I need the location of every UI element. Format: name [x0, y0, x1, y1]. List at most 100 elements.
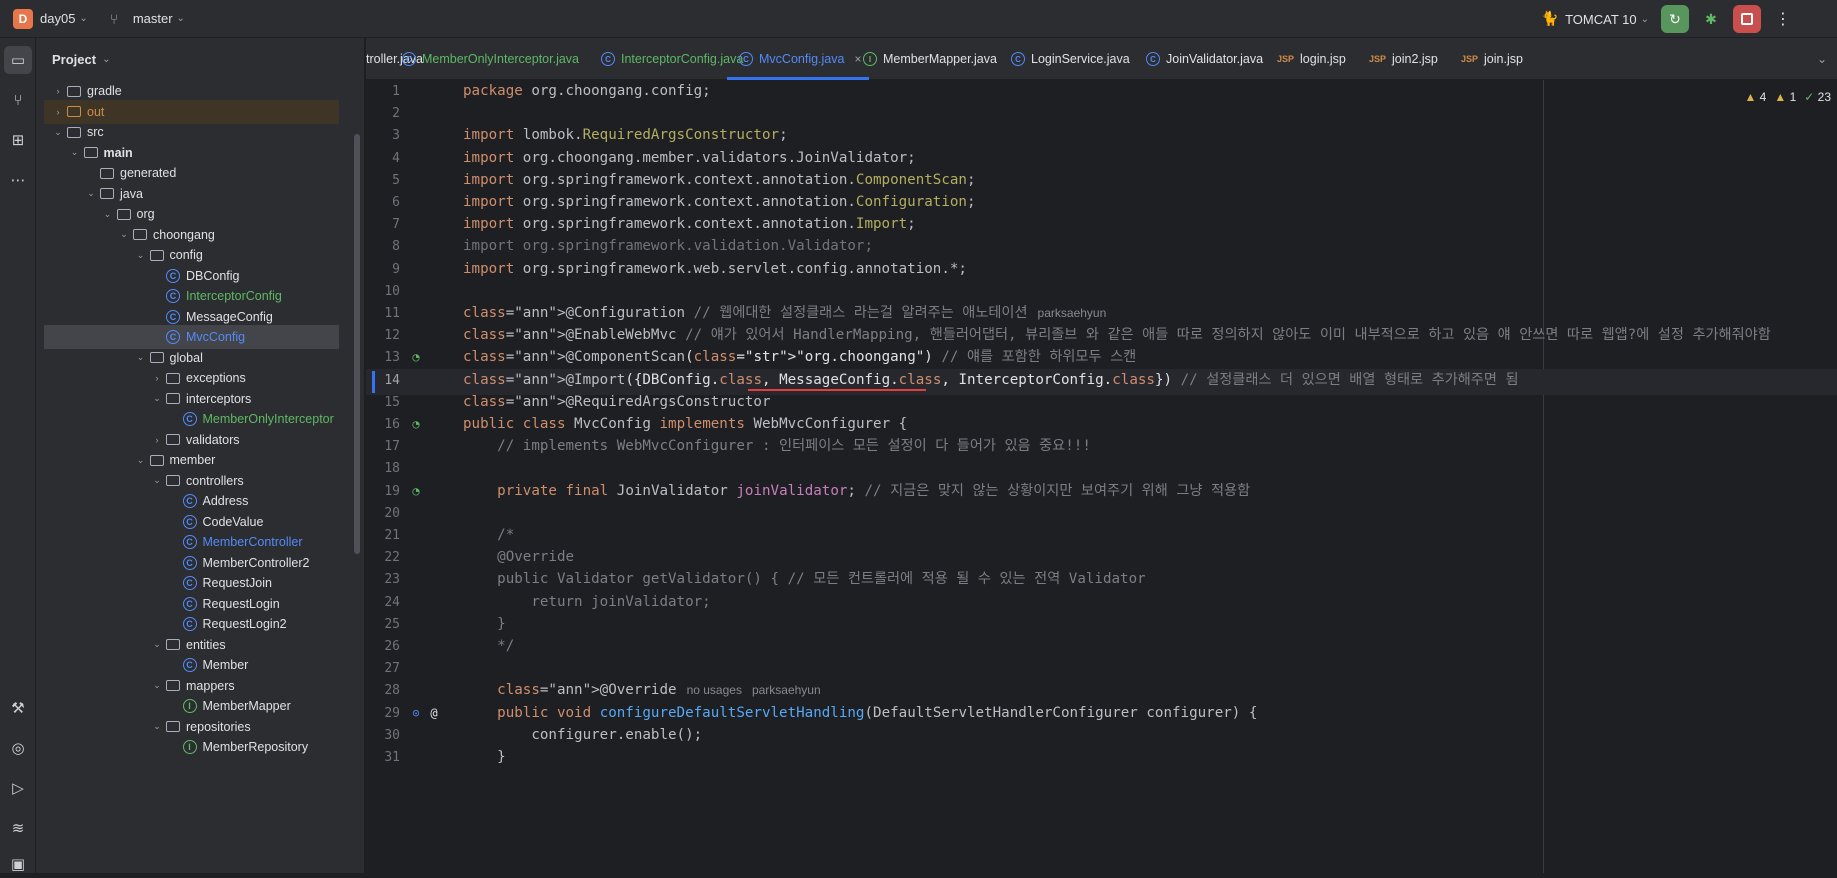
- tab-MemberOnlyInterceptor.java[interactable]: C MemberOnlyInterceptor.java: [402, 38, 579, 80]
- line-number[interactable]: 9: [366, 262, 400, 277]
- chevron-right-icon[interactable]: ›: [50, 107, 66, 117]
- line-number[interactable]: 22: [366, 550, 400, 565]
- code-line[interactable]: package org.choongang.config;: [463, 80, 711, 104]
- line-number[interactable]: 17: [366, 439, 400, 454]
- chevron-down-icon[interactable]: ⌄: [133, 352, 149, 363]
- services-tool-button[interactable]: ◎: [4, 734, 32, 762]
- code-editor[interactable]: ▲ 4 ▲ 1 ✓ 23 1 package org.choongang.conf…: [366, 80, 1837, 873]
- code-line[interactable]: }: [463, 744, 506, 770]
- chevron-down-icon[interactable]: ⌄: [149, 721, 165, 732]
- line-number[interactable]: 10: [366, 284, 400, 299]
- chevron-down-icon[interactable]: ⌄: [133, 455, 149, 466]
- code-line[interactable]: private final JoinValidator joinValidato…: [463, 478, 1250, 504]
- line-number[interactable]: 4: [366, 151, 400, 166]
- commit-tool-button[interactable]: ⑂: [4, 86, 32, 114]
- inlay-hint[interactable]: no usages parksaehyun: [687, 683, 821, 697]
- line-number[interactable]: 14: [366, 373, 400, 388]
- line-number[interactable]: 8: [366, 239, 400, 254]
- code-line[interactable]: import org.springframework.web.servlet.c…: [463, 256, 967, 282]
- chevron-down-icon[interactable]: ⌄: [67, 147, 83, 158]
- line-number[interactable]: 21: [366, 528, 400, 543]
- line-number[interactable]: 7: [366, 217, 400, 232]
- folder-icon: [165, 719, 181, 735]
- run-tool-button[interactable]: ▷: [4, 774, 32, 802]
- rerun-button[interactable]: ↻: [1661, 5, 1689, 33]
- line-number[interactable]: 12: [366, 328, 400, 343]
- chevron-down-icon[interactable]: ⌄: [149, 680, 165, 691]
- terminal-tool-button[interactable]: ▣: [4, 850, 32, 878]
- project-panel-header[interactable]: Project ⌄: [36, 38, 364, 80]
- line-number[interactable]: 27: [366, 661, 400, 676]
- tab-login.jsp[interactable]: JSP login.jsp: [1277, 38, 1346, 80]
- project-badge[interactable]: D: [13, 8, 33, 29]
- structure-tool-button[interactable]: ⊞: [4, 126, 32, 154]
- chevron-down-icon[interactable]: ⌄: [116, 229, 132, 240]
- tree-item-label: validators: [186, 432, 240, 447]
- line-number[interactable]: 30: [366, 728, 400, 743]
- more-vertical-icon: ⋮: [1775, 11, 1791, 28]
- line-number[interactable]: 28: [366, 683, 400, 698]
- tab-InterceptorConfig.java[interactable]: C InterceptorConfig.java: [601, 38, 743, 80]
- chevron-down-icon[interactable]: ⌄: [79, 13, 87, 24]
- inspection-widget[interactable]: ▲ 4 ▲ 1 ✓ 23: [1744, 90, 1831, 104]
- chevron-right-icon[interactable]: ›: [149, 435, 165, 445]
- line-number[interactable]: 29: [366, 706, 400, 721]
- chevron-down-icon[interactable]: ⌄: [149, 639, 165, 650]
- more-actions-button[interactable]: ⋮: [1769, 5, 1797, 33]
- line-number[interactable]: 24: [366, 595, 400, 610]
- tab-join.jsp[interactable]: JSP join.jsp: [1461, 38, 1523, 80]
- chevron-right-icon[interactable]: ›: [50, 86, 66, 96]
- run-config-selector[interactable]: 🐈 TOMCAT 10 ⌄: [1541, 10, 1649, 28]
- code-line[interactable]: */: [463, 633, 514, 659]
- tab-MvcConfig.java[interactable]: C MvcConfig.java ×: [726, 38, 870, 80]
- line-number[interactable]: 31: [366, 750, 400, 765]
- line-number[interactable]: 2: [366, 106, 400, 121]
- line-number[interactable]: 23: [366, 572, 400, 587]
- chevron-right-icon[interactable]: ›: [149, 373, 165, 383]
- line-number[interactable]: 11: [366, 306, 400, 321]
- chevron-down-icon[interactable]: ⌄: [133, 250, 149, 261]
- chevron-down-icon[interactable]: ⌄: [50, 127, 66, 138]
- chevron-down-icon[interactable]: ⌄: [100, 209, 116, 220]
- close-icon[interactable]: ×: [854, 52, 861, 66]
- stop-icon: [1741, 13, 1753, 25]
- line-number[interactable]: 3: [366, 128, 400, 143]
- code-line[interactable]: // implements WebMvcConfigurer : 인터페이스 모…: [463, 433, 1091, 459]
- line-number[interactable]: 19: [366, 484, 400, 499]
- project-tool-button[interactable]: ▭: [4, 46, 32, 74]
- spring-bean-icon[interactable]: ◔: [406, 414, 426, 434]
- line-number[interactable]: 20: [366, 506, 400, 521]
- spring-bean-icon[interactable]: ◔: [406, 481, 426, 501]
- layers-tool-button[interactable]: ≋: [4, 814, 32, 842]
- tab-LoginService.java[interactable]: C LoginService.java: [1011, 38, 1130, 80]
- tab-join2.jsp[interactable]: JSP join2.jsp: [1369, 38, 1438, 80]
- debug-button[interactable]: ✱: [1697, 5, 1725, 33]
- annotation-icon[interactable]: @: [424, 703, 444, 723]
- line-number[interactable]: 16: [366, 417, 400, 432]
- inlay-hint[interactable]: parksaehyun: [1038, 306, 1107, 320]
- line-number[interactable]: 26: [366, 639, 400, 654]
- override-icon[interactable]: ⊙: [406, 703, 426, 723]
- tab-MemberMapper.java[interactable]: I MemberMapper.java: [863, 38, 997, 80]
- chevron-down-icon[interactable]: ⌄: [149, 393, 165, 404]
- project-name[interactable]: day05: [40, 11, 75, 26]
- tree-file-MemberRepository[interactable]: I MemberRepository: [44, 735, 339, 759]
- more-tools-button[interactable]: ⋯: [4, 166, 32, 194]
- line-number[interactable]: 1: [366, 84, 400, 99]
- line-number[interactable]: 6: [366, 195, 400, 210]
- line-number[interactable]: 5: [366, 173, 400, 188]
- branch-selector[interactable]: ⑂ master ⌄: [110, 11, 185, 27]
- spring-bean-icon[interactable]: ◔: [406, 347, 426, 367]
- chevron-down-icon[interactable]: ⌄: [149, 475, 165, 486]
- build-tool-button[interactable]: ⚒: [4, 694, 32, 722]
- line-number[interactable]: 13: [366, 350, 400, 365]
- tabs-overflow-chevron-icon[interactable]: ⌄: [1817, 38, 1827, 80]
- tree-item-label: Address: [202, 494, 249, 508]
- stop-button[interactable]: [1733, 5, 1761, 33]
- project-scrollbar[interactable]: [354, 134, 360, 554]
- chevron-down-icon[interactable]: ⌄: [83, 188, 99, 199]
- line-number[interactable]: 18: [366, 461, 400, 476]
- tab-JoinValidator.java[interactable]: C JoinValidator.java: [1146, 38, 1263, 80]
- line-number[interactable]: 25: [366, 617, 400, 632]
- line-number[interactable]: 15: [366, 395, 400, 410]
